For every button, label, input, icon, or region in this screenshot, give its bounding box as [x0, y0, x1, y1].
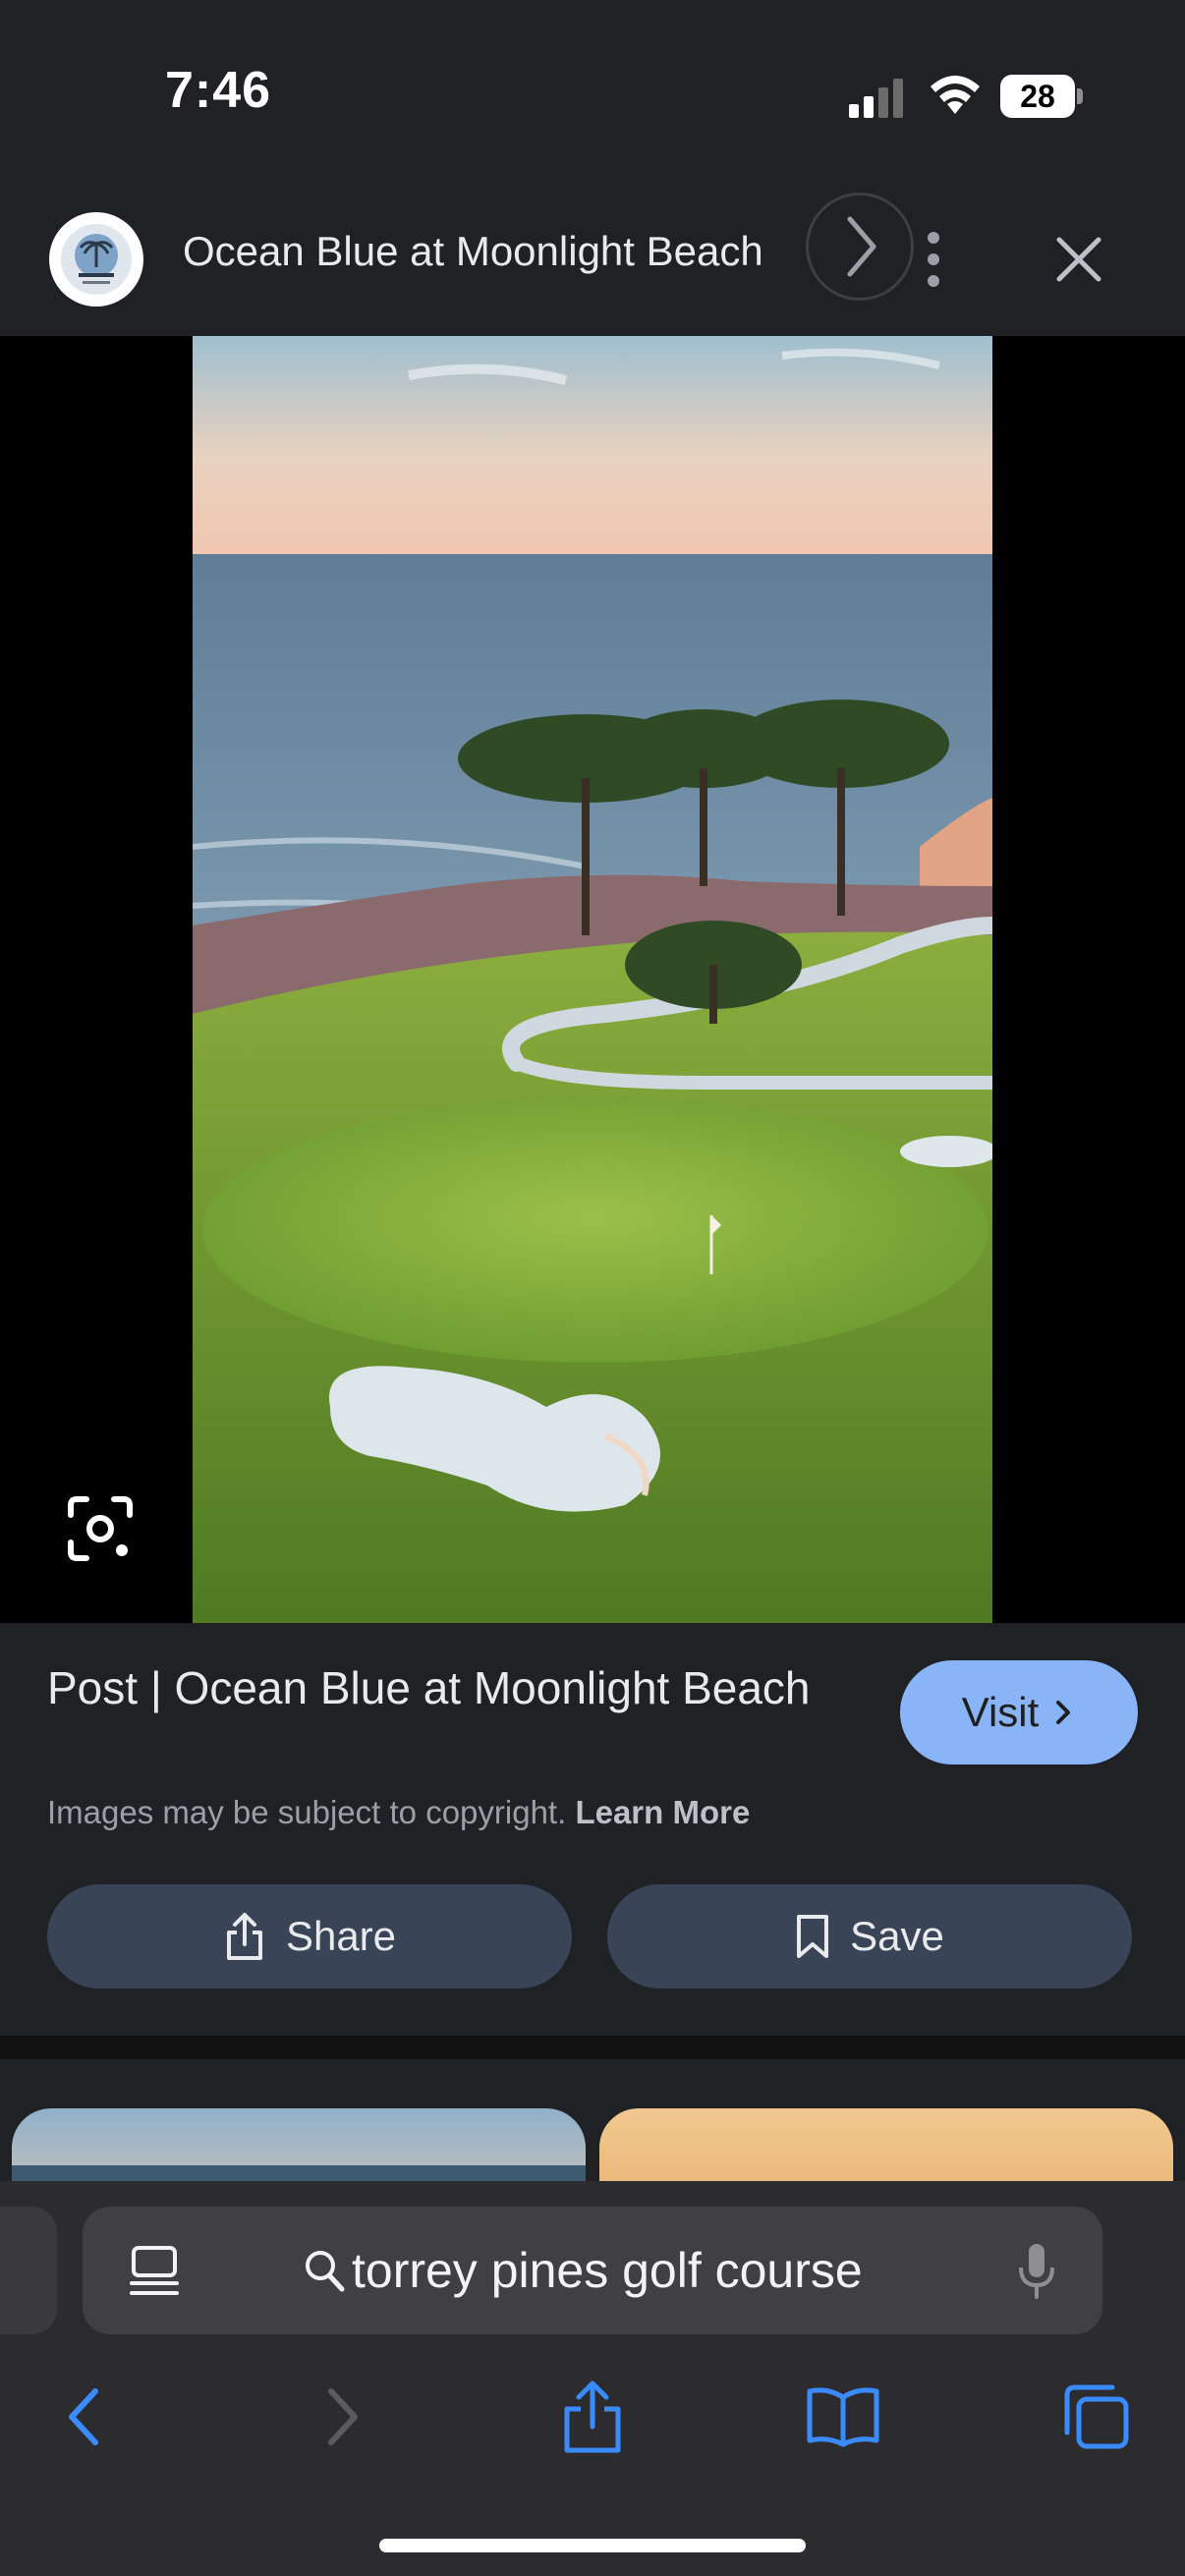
save-button[interactable]: Save: [607, 1884, 1132, 1988]
result-title[interactable]: Post | Ocean Blue at Moonlight Beach: [47, 1658, 853, 1717]
chevron-right-icon: [847, 216, 876, 277]
site-avatar[interactable]: [49, 212, 143, 307]
chevron-right-icon: [1056, 1701, 1071, 1724]
related-results: [0, 2059, 1185, 2181]
previous-tab-preview[interactable]: [0, 2207, 57, 2334]
section-divider: [0, 2036, 1185, 2059]
visit-label: Visit: [961, 1689, 1040, 1735]
site-logo: [61, 224, 132, 295]
next-image-button[interactable]: [806, 193, 914, 301]
bookmarks-button[interactable]: [804, 2378, 882, 2456]
save-label: Save: [850, 1913, 944, 1959]
bookmarks-icon: [807, 2387, 879, 2447]
battery-level: 28: [1020, 79, 1055, 114]
forward-button[interactable]: [303, 2378, 381, 2456]
copyright-notice: Images may be subject to copyright. Lear…: [47, 1794, 750, 1831]
visit-button[interactable]: Visit: [900, 1660, 1138, 1764]
share-label: Share: [285, 1913, 397, 1959]
more-vert-icon[interactable]: [914, 228, 953, 291]
address-text[interactable]: torrey pines golf course: [352, 2242, 863, 2299]
share-icon: [226, 1913, 262, 1960]
tabs-icon: [1064, 2384, 1129, 2449]
status-time: 7:46: [165, 62, 272, 119]
related-thumbnail[interactable]: [599, 2108, 1173, 2181]
wifi-icon: [931, 76, 980, 114]
battery-icon: 28: [1000, 75, 1083, 118]
learn-more-link[interactable]: Learn More: [575, 1794, 750, 1830]
reader-icon[interactable]: [130, 2244, 179, 2299]
share-button[interactable]: Share: [47, 1884, 572, 1988]
tabs-button[interactable]: [1057, 2378, 1136, 2456]
browser-share-button[interactable]: [553, 2378, 632, 2456]
related-thumbnail[interactable]: [12, 2108, 586, 2181]
search-icon: [306, 2251, 345, 2292]
thumbnail-image: [12, 2108, 586, 2181]
home-indicator[interactable]: [379, 2539, 806, 2552]
site-title[interactable]: Ocean Blue at Moonlight Beach: [183, 228, 763, 275]
result-image[interactable]: [193, 336, 992, 1623]
mic-icon[interactable]: [1016, 2242, 1057, 2301]
thumbnail-image: [599, 2108, 1173, 2181]
safari-share-icon: [564, 2380, 621, 2453]
copyright-text: Images may be subject to copyright.: [47, 1794, 567, 1830]
signal-icon: [849, 79, 903, 118]
close-icon[interactable]: [1047, 228, 1110, 291]
back-icon: [69, 2388, 98, 2445]
lens-icon[interactable]: [65, 1493, 136, 1564]
bookmark-icon: [797, 1915, 829, 1958]
back-button[interactable]: [45, 2378, 124, 2456]
forward-icon: [328, 2388, 358, 2445]
golf-course-photo: [193, 336, 992, 1623]
